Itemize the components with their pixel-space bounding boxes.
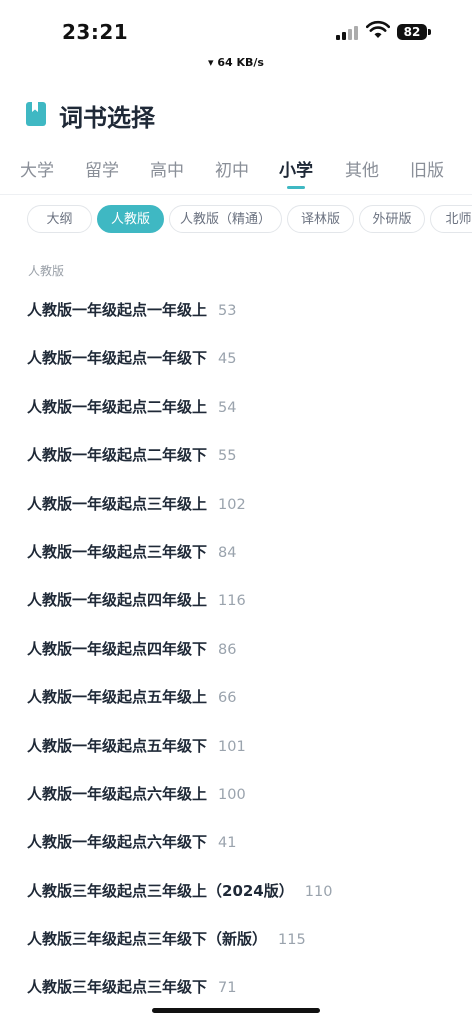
book-item[interactable]: 人教版一年级起点四年级上 116 <box>0 576 472 624</box>
book-item[interactable]: 人教版一年级起点二年级下 55 <box>0 431 472 479</box>
word-count: 116 <box>218 593 246 610</box>
tab-university[interactable]: 大学 <box>20 156 54 181</box>
chip-pep-jingtong[interactable]: 人教版（精通） <box>169 205 282 233</box>
word-count: 55 <box>218 448 237 465</box>
status-bar: 23:21 82 ▾ 64 KB/s <box>0 0 472 69</box>
book-item[interactable]: 人教版一年级起点三年级下 84 <box>0 528 472 576</box>
book-name: 人教版一年级起点一年级上 <box>27 301 208 319</box>
book-name: 人教版一年级起点六年级上 <box>27 784 208 803</box>
book-name: 人教版三年级起点三年级上（2024版） <box>27 881 294 900</box>
book-list: 人教版一年级起点一年级上 53 人教版一年级起点一年级下 45 人教版一年级起点二年… <box>0 286 472 1012</box>
book-name: 人教版一年级起点五年级上 <box>27 688 208 707</box>
word-count: 102 <box>218 496 246 513</box>
word-count: 41 <box>218 835 237 852</box>
book-item[interactable]: 人教版三年级起点三年级下（新版） 115 <box>0 915 472 963</box>
book-item[interactable]: 人教版一年级起点一年级上 53 <box>0 286 472 334</box>
word-count: 100 <box>218 786 246 803</box>
book-name: 人教版一年级起点四年级下 <box>27 639 208 658</box>
grade-tabs: 大学 留学 高中 初中 小学 其他 旧版 <box>0 152 472 195</box>
book-name: 人教版一年级起点三年级下 <box>27 542 208 561</box>
chip-pep[interactable]: 人教版 <box>97 205 164 233</box>
book-name: 人教版一年级起点四年级上 <box>27 591 208 610</box>
tab-other[interactable]: 其他 <box>345 156 379 181</box>
book-item[interactable]: 人教版三年级起点三年级上（2024版） 110 <box>0 867 472 915</box>
tab-high-school[interactable]: 高中 <box>150 156 184 181</box>
chip-fltrp[interactable]: 外研版 <box>359 205 425 233</box>
section-label: 人教版 <box>28 264 65 278</box>
word-count: 45 <box>218 351 237 368</box>
book-item[interactable]: 人教版三年级起点三年级下 71 <box>0 963 472 1011</box>
word-count: 115 <box>278 932 306 949</box>
network-speed: ▾ 64 KB/s <box>208 56 264 69</box>
page-title: 词书选择 <box>59 104 155 132</box>
battery-icon: 82 <box>397 24 427 40</box>
book-item[interactable]: 人教版一年级起点五年级上 66 <box>0 673 472 721</box>
chip-bnu[interactable]: 北师大 <box>430 205 472 233</box>
book-item[interactable]: 人教版一年级起点二年级上 54 <box>0 383 472 431</box>
word-count: 101 <box>218 738 246 755</box>
book-item[interactable]: 人教版一年级起点六年级下 41 <box>0 818 472 866</box>
word-count: 86 <box>218 641 237 658</box>
word-count: 84 <box>218 544 237 561</box>
word-count: 53 <box>218 303 237 319</box>
book-name: 人教版三年级起点三年级下（新版） <box>27 930 268 949</box>
cellular-signal-icon <box>336 24 358 40</box>
book-name: 人教版一年级起点一年级下 <box>27 349 208 368</box>
chip-syllabus[interactable]: 大纲 <box>27 205 92 233</box>
book-icon <box>26 102 46 126</box>
book-name: 人教版一年级起点三年级上 <box>27 494 208 513</box>
book-name: 人教版一年级起点六年级下 <box>27 833 208 852</box>
chip-yilin[interactable]: 译林版 <box>287 205 354 233</box>
tab-middle-school[interactable]: 初中 <box>215 156 249 181</box>
tab-primary-school[interactable]: 小学 <box>279 156 313 181</box>
book-name: 人教版三年级起点三年级下 <box>27 978 208 997</box>
tab-study-abroad[interactable]: 留学 <box>85 156 119 181</box>
book-item[interactable]: 人教版一年级起点六年级上 100 <box>0 770 472 818</box>
word-count: 54 <box>218 399 237 416</box>
wifi-icon <box>366 20 390 38</box>
book-item[interactable]: 人教版一年级起点三年级上 102 <box>0 480 472 528</box>
word-count: 66 <box>218 690 237 707</box>
status-time: 23:21 <box>62 20 129 44</box>
active-tab-indicator <box>287 186 305 189</box>
book-name: 人教版一年级起点五年级下 <box>27 736 208 755</box>
edition-filter: 大纲 人教版 人教版（精通） 译林版 外研版 北师大 <box>0 205 472 235</box>
book-item[interactable]: 人教版一年级起点四年级下 86 <box>0 625 472 673</box>
battery-tip <box>428 29 431 35</box>
tab-old-version[interactable]: 旧版 <box>410 156 444 181</box>
word-count: 110 <box>304 883 333 900</box>
book-name: 人教版一年级起点二年级上 <box>27 397 208 416</box>
word-count: 71 <box>218 980 237 997</box>
book-name: 人教版一年级起点二年级下 <box>27 446 208 465</box>
book-item[interactable]: 人教版一年级起点一年级下 45 <box>0 334 472 382</box>
home-indicator[interactable] <box>152 1008 320 1013</box>
book-item[interactable]: 人教版一年级起点五年级下 101 <box>0 722 472 770</box>
